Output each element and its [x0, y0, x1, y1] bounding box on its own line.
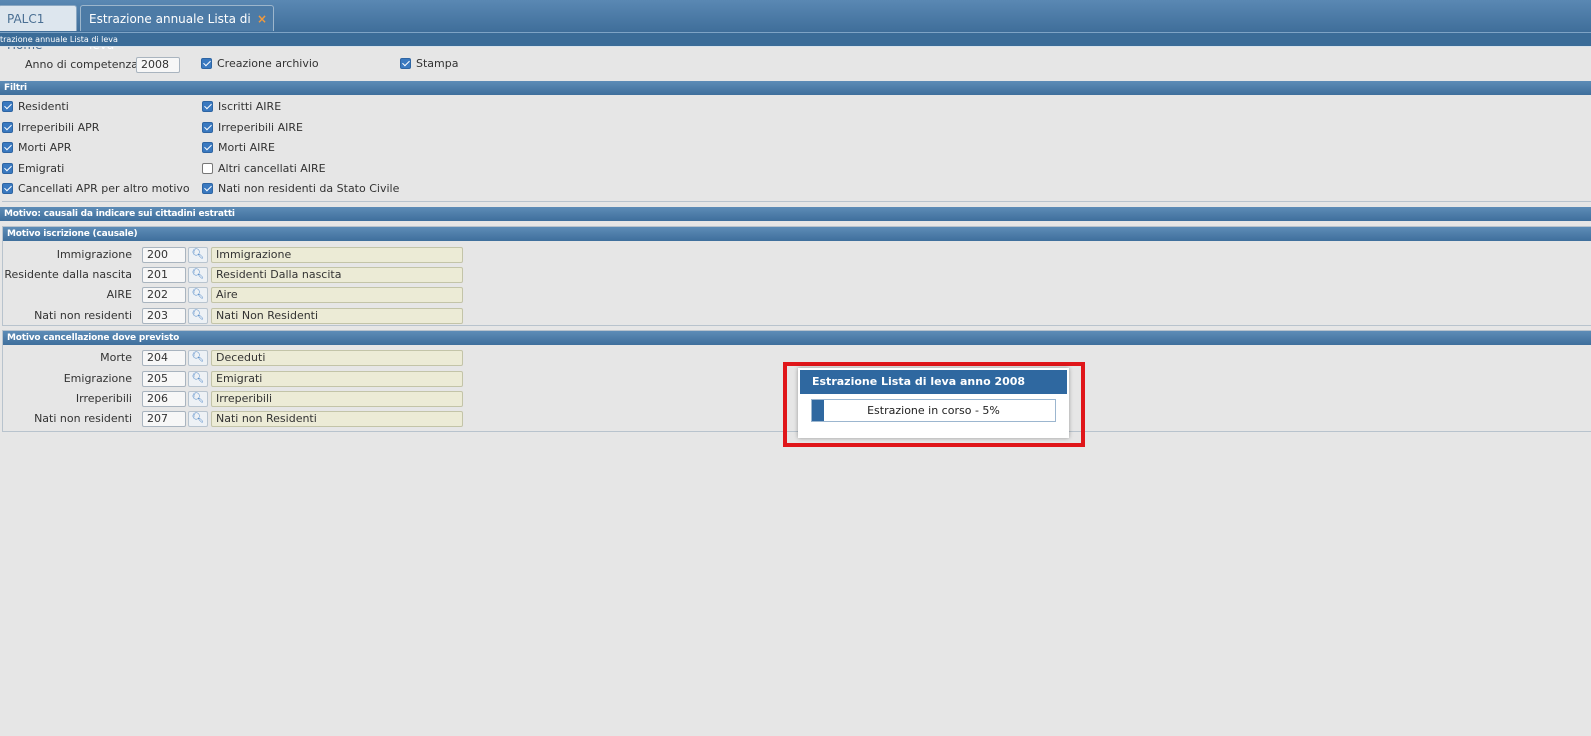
- search-icon[interactable]: 🔍︎: [188, 391, 208, 407]
- filter-morti-apr-checkbox[interactable]: [2, 142, 13, 153]
- progress-dialog: Estrazione Lista di leva anno 2008 Estra…: [798, 368, 1069, 438]
- tab-home[interactable]: PALC1 Home: [0, 5, 77, 52]
- cancellazione-emigrazione-code[interactable]: 205: [142, 371, 186, 387]
- search-icon[interactable]: 🔍︎: [188, 267, 208, 283]
- cancellazione-irreperibili-desc[interactable]: Irreperibili: [211, 391, 463, 407]
- search-icon[interactable]: 🔍︎: [188, 287, 208, 303]
- cancellazione-morte-desc[interactable]: Deceduti: [211, 350, 463, 366]
- iscrizione-residente-desc[interactable]: Residenti Dalla nascita: [211, 267, 463, 283]
- filter-residenti-checkbox[interactable]: [2, 101, 13, 112]
- search-icon[interactable]: 🔍︎: [188, 371, 208, 387]
- cancellazione-morte-label: Morte: [100, 351, 132, 364]
- iscrizione-residente-code[interactable]: 201: [142, 267, 186, 283]
- cancellazione-morte-code[interactable]: 204: [142, 350, 186, 366]
- filter-morti-apr-label: Morti APR: [18, 141, 72, 154]
- iscrizione-aire-code[interactable]: 202: [142, 287, 186, 303]
- cancellazione-nati-desc[interactable]: Nati non Residenti: [211, 411, 463, 427]
- anno-input[interactable]: 2008: [136, 57, 180, 73]
- stampa-checkbox[interactable]: [400, 58, 411, 69]
- tab-estrazione[interactable]: Estrazione annuale Lista di leva ×: [80, 5, 274, 52]
- progress-text: Estrazione in corso - 5%: [867, 404, 1000, 417]
- cancellazione-header: Motivo cancellazione dove previsto: [3, 331, 1591, 345]
- filter-nati-non-residenti-label: Nati non residenti da Stato Civile: [218, 182, 400, 195]
- iscrizione-residente-label: Residente dalla nascita: [4, 268, 132, 281]
- search-icon[interactable]: 🔍︎: [188, 411, 208, 427]
- filter-emigrati-label: Emigrati: [18, 162, 65, 175]
- filter-iscritti-aire-checkbox[interactable]: [202, 101, 213, 112]
- close-icon[interactable]: ×: [257, 6, 267, 32]
- creazione-archivio-label: Creazione archivio: [217, 57, 319, 70]
- filtri-header: Filtri: [0, 81, 1591, 95]
- filter-morti-aire-label: Morti AIRE: [218, 141, 275, 154]
- filter-cancellati-apr-label: Cancellati APR per altro motivo: [18, 182, 190, 195]
- iscrizione-aire-desc[interactable]: Aire: [211, 287, 463, 303]
- filter-iscritti-aire-label: Iscritti AIRE: [218, 100, 282, 113]
- iscrizione-nati-desc[interactable]: Nati Non Residenti: [211, 308, 463, 324]
- filter-morti-aire-checkbox[interactable]: [202, 142, 213, 153]
- motivo-header: Motivo: causali da indicare sui cittadin…: [0, 207, 1591, 221]
- filter-irreperibili-aire-checkbox[interactable]: [202, 122, 213, 133]
- iscrizione-immigrazione-desc[interactable]: Immigrazione: [211, 247, 463, 263]
- cancellazione-irreperibili-code[interactable]: 206: [142, 391, 186, 407]
- search-icon[interactable]: 🔍︎: [188, 247, 208, 263]
- filter-altri-cancellati-aire-label: Altri cancellati AIRE: [218, 162, 326, 175]
- cancellazione-nati-code[interactable]: 207: [142, 411, 186, 427]
- tab-bar: PALC1 Home Estrazione annuale Lista di l…: [0, 0, 1591, 52]
- filter-irreperibili-apr-label: Irreperibili APR: [18, 121, 100, 134]
- progress-bar: Estrazione in corso - 5%: [811, 399, 1056, 422]
- filter-irreperibili-aire-label: Irreperibili AIRE: [218, 121, 303, 134]
- cancellazione-emigrazione-desc[interactable]: Emigrati: [211, 371, 463, 387]
- iscrizione-header: Motivo iscrizione (causale): [3, 227, 1591, 241]
- iscrizione-nati-code[interactable]: 203: [142, 308, 186, 324]
- search-icon[interactable]: 🔍︎: [188, 350, 208, 366]
- filter-residenti-label: Residenti: [18, 100, 69, 113]
- iscrizione-immigrazione-code[interactable]: 200: [142, 247, 186, 263]
- cancellazione-nati-label: Nati non residenti: [34, 412, 132, 425]
- stampa-label: Stampa: [416, 57, 459, 70]
- filter-emigrati-checkbox[interactable]: [2, 163, 13, 174]
- search-icon[interactable]: 🔍︎: [188, 308, 208, 324]
- filter-nati-non-residenti-checkbox[interactable]: [202, 183, 213, 194]
- iscrizione-aire-label: AIRE: [106, 288, 132, 301]
- cancellazione-irreperibili-label: Irreperibili: [75, 392, 132, 405]
- breadcrumb: trazione annuale Lista di leva: [0, 32, 1591, 47]
- iscrizione-immigrazione-label: Immigrazione: [56, 248, 132, 261]
- iscrizione-nati-label: Nati non residenti: [34, 309, 132, 322]
- anno-label: Anno di competenza: [25, 58, 139, 71]
- filter-cancellati-apr-checkbox[interactable]: [2, 183, 13, 194]
- creazione-archivio-checkbox[interactable]: [201, 58, 212, 69]
- filter-altri-cancellati-aire-checkbox[interactable]: [202, 163, 213, 174]
- cancellazione-emigrazione-label: Emigrazione: [63, 372, 132, 385]
- filter-irreperibili-apr-checkbox[interactable]: [2, 122, 13, 133]
- dialog-title: Estrazione Lista di leva anno 2008: [800, 370, 1067, 394]
